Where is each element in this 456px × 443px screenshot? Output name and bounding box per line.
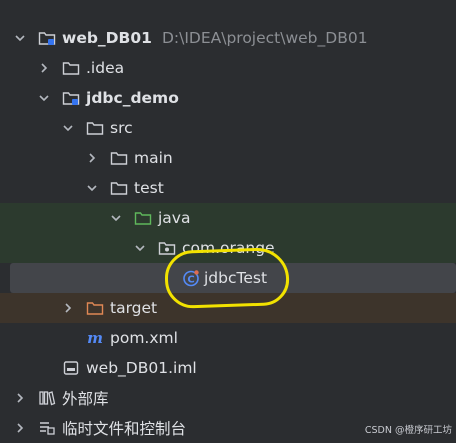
chevron-down-icon[interactable] xyxy=(85,181,99,195)
project-tree: web_DB01 D:\IDEA\project\web_DB01 .idea j… xyxy=(0,23,456,443)
scratches-label: 临时文件和控制台 xyxy=(62,420,187,438)
folder-icon xyxy=(62,59,80,77)
iml-label: web_DB01.iml xyxy=(86,359,197,377)
package-icon xyxy=(158,239,176,257)
main-label: main xyxy=(134,149,173,167)
annotation-highlight-circle xyxy=(164,246,290,310)
svg-text:m: m xyxy=(87,329,103,347)
watermark: CSDN @橙序研工坊 xyxy=(364,425,452,436)
tree-row-iml[interactable]: web_DB01.iml xyxy=(0,353,456,383)
chevron-down-icon[interactable] xyxy=(37,91,51,105)
tree-row-pom[interactable]: m pom.xml xyxy=(0,323,456,353)
tree-row-java[interactable]: java xyxy=(0,203,456,233)
src-label: src xyxy=(110,119,133,137)
tree-row-test[interactable]: test xyxy=(0,173,456,203)
module-file-icon xyxy=(62,359,80,377)
chevron-right-icon[interactable] xyxy=(13,421,27,435)
library-icon xyxy=(38,389,56,407)
tree-row-main[interactable]: main xyxy=(0,143,456,173)
pom-label: pom.xml xyxy=(110,329,178,347)
chevron-right-icon[interactable] xyxy=(61,301,75,315)
root-path: D:\IDEA\project\web_DB01 xyxy=(161,29,368,47)
chevron-right-icon[interactable] xyxy=(85,151,99,165)
folder-icon xyxy=(110,149,128,167)
excluded-folder-icon xyxy=(86,299,104,317)
idea-folder-label: .idea xyxy=(86,59,125,77)
external-libs-label: 外部库 xyxy=(62,390,109,408)
module-label: jdbc_demo xyxy=(86,89,179,107)
test-label: test xyxy=(134,179,164,197)
tree-row-idea[interactable]: .idea xyxy=(0,53,456,83)
tree-row-src[interactable]: src xyxy=(0,113,456,143)
tree-row-module[interactable]: jdbc_demo xyxy=(0,83,456,113)
chevron-down-icon[interactable] xyxy=(133,241,147,255)
maven-icon: m xyxy=(86,329,104,347)
tree-row-root[interactable]: web_DB01 D:\IDEA\project\web_DB01 xyxy=(0,23,456,53)
chevron-down-icon[interactable] xyxy=(13,31,27,45)
java-label: java xyxy=(158,209,191,227)
target-label: target xyxy=(110,299,158,317)
chevron-down-icon[interactable] xyxy=(109,211,123,225)
tree-row-external-libs[interactable]: 外部库 xyxy=(0,383,456,413)
chevron-down-icon[interactable] xyxy=(61,121,75,135)
root-name: web_DB01 xyxy=(62,29,152,47)
folder-icon xyxy=(86,119,104,137)
chevron-right-icon[interactable] xyxy=(37,61,51,75)
test-source-folder-icon xyxy=(134,209,152,227)
chevron-right-icon[interactable] xyxy=(13,391,27,405)
scratches-icon xyxy=(38,419,56,437)
module-folder-icon xyxy=(38,29,56,47)
folder-icon xyxy=(110,179,128,197)
module-folder-icon xyxy=(62,89,80,107)
